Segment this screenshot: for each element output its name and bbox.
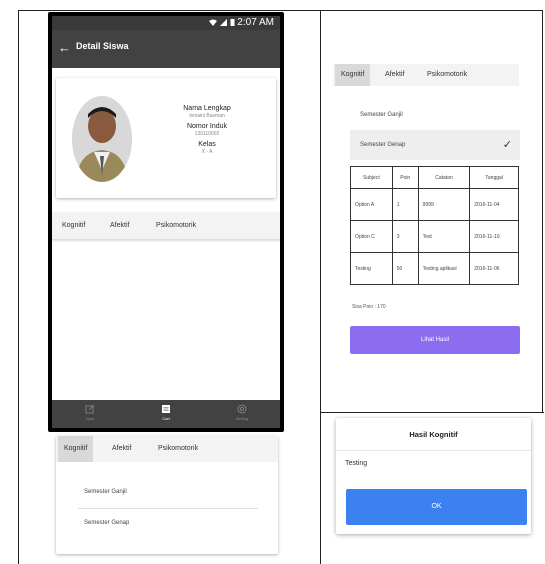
semester-ganjil-label: Semester Ganjil [360,112,403,118]
nav-cari[interactable]: Cari [128,400,204,428]
class-label: Kelas [198,141,216,148]
signal-icon [219,17,230,28]
hasil-dialog: Hasil Kognitif Testing OK [336,418,531,534]
tab-psikomotorik[interactable]: Psikomotorik [156,212,196,240]
cell-tanggal: 2016-11-06 [469,252,519,285]
dialog-divider [336,450,531,451]
nav-input[interactable]: Input [52,400,128,428]
nav-setting[interactable]: Setting [204,400,280,428]
cell-subject: Testing [350,252,393,285]
tab-psikomotorik[interactable]: Psikomotorik [152,436,204,462]
frame-line-right [542,10,543,412]
id-label: Nomor Induk [186,123,228,130]
back-arrow-icon[interactable]: ← [58,40,71,56]
status-bar: 2:07 AM [52,16,280,30]
nav-setting-label: Setting [235,416,249,421]
semester-ganjil-item[interactable]: Semester Ganjil [84,489,127,495]
profile-card: Nama Lengkap Ismaini Basman Nomor Induk … [56,78,276,198]
tab-kognitif[interactable]: Kognitif [58,436,94,462]
dialog-title: Hasil Kognitif [409,430,458,439]
tab-kognitif[interactable]: Kognitif [335,64,371,86]
cell-subject: Option C [350,220,393,253]
frame-line-divider [320,412,544,413]
dialog-message: Testing [345,460,368,467]
tab-afektif[interactable]: Afektif [379,64,410,86]
cell-catatan: 9999 [417,188,471,221]
semester-card: Kognitif Afektif Psikomotorik Semester G… [56,436,278,554]
wifi-icon [208,17,220,28]
cell-catatan: Test [417,220,471,253]
sisa-poin: Sisa Poin : 170 [352,304,386,310]
app-bar: ← Detail Siswa [52,30,280,68]
phone-screen: 2:07 AM ← Detail Siswa Nama Lengkap Isma… [52,16,280,428]
list-icon [162,405,170,413]
name-value: Ismaini Basman [189,113,225,119]
page-title: Detail Siswa [76,41,129,51]
table-row: Testing 50 Testing aplikasi 2016-11-06 [350,252,519,285]
tab-strip: Kognitif Afektif Psikomotorik [52,212,280,240]
semester-genap-item[interactable]: Semester Genap ✓ [350,130,520,160]
cell-tanggal: 2016-11-04 [469,188,519,221]
tab-kognitif[interactable]: Kognitif [62,212,85,240]
id-value: 130110002 [194,131,220,137]
semester-ganjil-item[interactable]: Semester Ganjil [350,100,520,130]
cell-catatan: Testing aplikasi [417,252,471,285]
tab-afektif[interactable]: Afektif [106,436,137,462]
name-label: Nama Lengkap [183,105,231,112]
class-value: X - A [201,149,213,155]
status-time: 2:07 AM [237,17,274,28]
cell-poin: 3 [391,220,419,253]
frame-line-middle [320,10,321,564]
cell-poin: 50 [391,252,419,285]
check-icon: ✓ [502,139,512,151]
tab-psikomotorik[interactable]: Psikomotorik [421,64,473,86]
cell-tanggal: 2016-11-10 [469,220,519,253]
cell-poin: 1 [391,188,419,221]
header-tanggal: Tanggal [469,166,519,189]
grade-table: Subject Poin Catatan Tanggal Option A 1 … [350,166,519,285]
kognitif-tab-strip: Kognitif Afektif Psikomotorik [333,64,519,86]
semester-genap-label: Semester Genap [360,142,406,148]
table-row: Option A 1 9999 2016-11-04 [350,188,519,221]
frame-line-left [18,10,19,564]
frame-line-top [18,10,542,11]
cell-subject: Option A [350,188,393,221]
table-row: Option C 3 Test 2016-11-10 [350,220,519,253]
header-catatan: Catatan [417,166,471,189]
nav-cari-label: Cari [162,416,170,421]
bottom-nav: Input Cari Setting [52,400,280,428]
header-poin: Poin [391,166,419,189]
header-subject: Subject [350,166,393,189]
semester-divider [78,508,258,509]
lihat-hasil-button[interactable]: Lihat Hasil [350,326,520,354]
semester-genap-item[interactable]: Semester Genap [84,520,129,526]
tab-afektif[interactable]: Afektif [110,212,129,240]
nav-input-label: Input [85,416,95,421]
semester-tab-strip: Kognitif Afektif Psikomotorik [56,436,278,462]
phone-frame: 2:07 AM ← Detail Siswa Nama Lengkap Isma… [48,12,284,432]
avatar [72,96,132,182]
profile-info: Nama Lengkap Ismaini Basman Nomor Induk … [152,104,262,158]
edit-icon [85,404,95,414]
settings-icon [237,404,247,414]
table-header-row: Subject Poin Catatan Tanggal [350,166,519,189]
ok-button[interactable]: OK [346,489,527,525]
